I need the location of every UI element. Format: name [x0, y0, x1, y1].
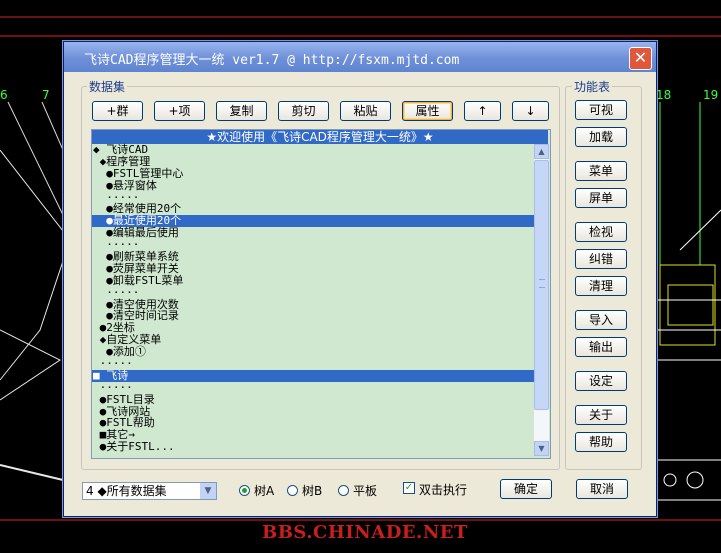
- radio-tree-a[interactable]: [239, 485, 250, 496]
- double-click-label: 双击执行: [419, 483, 468, 497]
- tree-item[interactable]: ·····: [92, 286, 534, 299]
- export-button[interactable]: 输出: [575, 337, 627, 357]
- tree-item[interactable]: ●FSTL管理中心: [92, 167, 534, 180]
- scroll-down-button[interactable]: ▼: [534, 441, 549, 456]
- tree-item[interactable]: ●FSTL帮助: [92, 417, 534, 429]
- tree-item[interactable]: ·····: [92, 358, 534, 370]
- tree-item[interactable]: ●添加①: [92, 346, 534, 358]
- dataset-group-label: 数据集: [87, 78, 128, 95]
- chevron-up-icon: ▲: [538, 147, 545, 156]
- close-icon: ✕: [633, 48, 648, 67]
- window-title: 飞诗CAD程序管理大一统 ver1.7 @ http://fsxm.mjtd.c…: [84, 53, 460, 68]
- tree-item[interactable]: ●清空时间记录: [92, 310, 534, 322]
- tree-item[interactable]: ■ 飞诗: [92, 369, 534, 382]
- radio-tree-b[interactable]: [287, 485, 298, 496]
- check-icon: ✓: [404, 482, 414, 493]
- tree-item[interactable]: ●FSTL目录: [92, 393, 534, 406]
- radio-tree-b-label: 树B: [302, 484, 323, 498]
- import-button[interactable]: 导入: [575, 310, 627, 330]
- cad-label: 18: [656, 88, 672, 102]
- menu-button[interactable]: 菜单: [575, 161, 627, 181]
- ok-button[interactable]: 确定: [500, 479, 552, 499]
- cad-label: 6: [0, 88, 8, 102]
- load-button[interactable]: 加载: [575, 127, 627, 147]
- program-manager-dialog: 飞诗CAD程序管理大一统 ver1.7 @ http://fsxm.mjtd.c…: [63, 41, 657, 517]
- dataset-select-value: 4 ◆所有数据集: [86, 484, 167, 498]
- fix-errors-button[interactable]: 纠错: [575, 249, 627, 269]
- add-item-button[interactable]: +项: [154, 101, 205, 121]
- vertical-scrollbar[interactable]: ▲ ▼: [534, 144, 549, 456]
- tree-item[interactable]: ●悬浮窗体: [92, 179, 534, 192]
- scroll-up-button[interactable]: ▲: [534, 144, 549, 159]
- move-up-button[interactable]: ↑: [464, 101, 501, 121]
- about-button[interactable]: 关于: [575, 405, 627, 425]
- watermark: BBS.CHINADE.NET: [262, 522, 468, 543]
- radio-tree-a-label: 树A: [254, 484, 275, 498]
- copy-button[interactable]: 复制: [216, 101, 267, 121]
- help-button[interactable]: 帮助: [575, 432, 627, 452]
- radio-flat[interactable]: [338, 485, 349, 496]
- inspect-button[interactable]: 检视: [575, 222, 627, 242]
- properties-button[interactable]: 属性: [402, 101, 453, 121]
- grip-icon: [539, 279, 545, 288]
- tree-rows: ◆ 飞诗CAD ◆程序管理 ●FSTL管理中心 ●悬浮窗体 ····· ●经常使…: [92, 144, 534, 453]
- list-header: ★欢迎使用《飞诗CAD程序管理大一统》★: [92, 130, 548, 144]
- tree-item[interactable]: ●飞诗网站: [92, 405, 534, 418]
- tree-item[interactable]: ·····: [92, 381, 534, 394]
- chevron-down-icon: ▼: [538, 444, 545, 453]
- cut-button[interactable]: 剪切: [278, 101, 329, 121]
- add-group-button[interactable]: +群: [92, 101, 143, 121]
- tree-item[interactable]: ●编辑最后使用: [92, 227, 534, 239]
- cancel-button[interactable]: 取消: [576, 479, 628, 499]
- tree-item[interactable]: ◆自定义菜单: [92, 334, 534, 346]
- visual-button[interactable]: 可视: [575, 100, 627, 120]
- move-down-button[interactable]: ↓: [512, 101, 549, 121]
- tree-item[interactable]: ◆程序管理: [92, 155, 534, 168]
- clean-button[interactable]: 清理: [575, 276, 627, 296]
- title-bar[interactable]: 飞诗CAD程序管理大一统 ver1.7 @ http://fsxm.mjtd.c…: [64, 42, 656, 72]
- dataset-select[interactable]: 4 ◆所有数据集 ▼: [82, 482, 217, 500]
- screen-menu-button[interactable]: 屏单: [575, 188, 627, 208]
- chevron-down-icon[interactable]: ▼: [200, 483, 216, 499]
- tree-item[interactable]: ◆ 飞诗CAD: [92, 144, 534, 156]
- function-group-label: 功能表: [572, 78, 613, 95]
- tree-item[interactable]: ●荧屏菜单开关: [92, 262, 534, 275]
- radio-flat-label: 平板: [353, 484, 378, 498]
- paste-button[interactable]: 粘贴: [340, 101, 391, 121]
- menu-tree-list[interactable]: ★欢迎使用《飞诗CAD程序管理大一统》★ ◆ 飞诗CAD ◆程序管理 ●FSTL…: [91, 129, 551, 459]
- scroll-thumb[interactable]: [534, 160, 549, 410]
- cad-label: 7: [42, 88, 50, 102]
- close-button[interactable]: ✕: [629, 47, 652, 70]
- tree-item[interactable]: ●关于FSTL...: [92, 441, 534, 453]
- double-click-checkbox[interactable]: ✓: [403, 482, 415, 494]
- settings-button[interactable]: 设定: [575, 371, 627, 391]
- cad-label: 19: [703, 88, 719, 102]
- tree-item[interactable]: ●卸载FSTL菜单: [92, 274, 534, 287]
